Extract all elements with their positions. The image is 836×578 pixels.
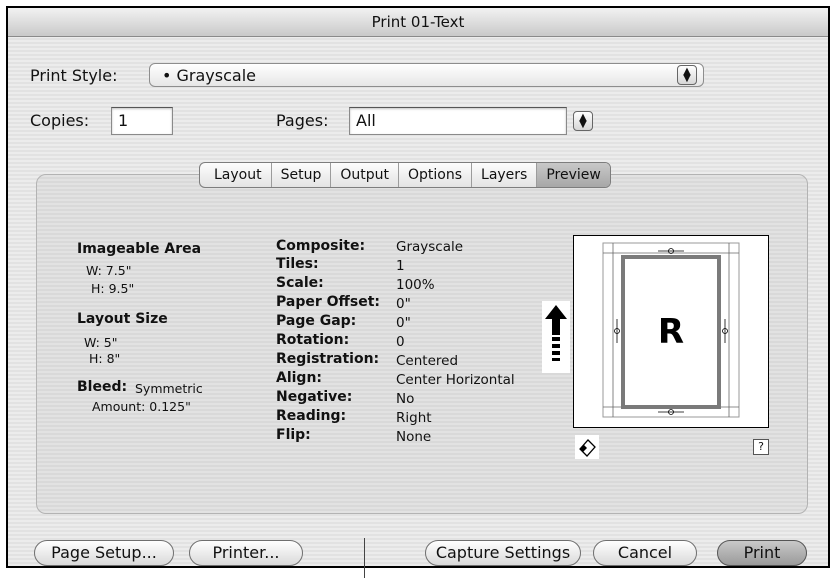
copies-label: Copies: (30, 111, 90, 130)
printer-button[interactable]: Printer... (189, 540, 303, 566)
setting-value: 0" (396, 296, 411, 312)
print-style-value: • Grayscale (162, 66, 256, 85)
setting-label: Negative: (276, 389, 353, 405)
tab-options[interactable]: Options (397, 163, 471, 187)
setting-value: 1 (396, 258, 405, 274)
setting-label: Page Gap: (276, 313, 357, 329)
window-title: Print 01-Text (8, 8, 828, 37)
tab-output[interactable]: Output (330, 163, 398, 187)
print-button[interactable]: Print (717, 540, 807, 566)
bleed-label: Bleed: (77, 379, 128, 395)
setting-value: Centered (396, 353, 459, 369)
setting-value: Grayscale (396, 239, 464, 255)
bleed-value: Symmetric (135, 381, 203, 396)
preview-panel: Imageable Area W: 7.5" H: 9.5" Layout Si… (36, 174, 808, 514)
stepper-icon: ▲ ▼ (677, 65, 697, 85)
copies-field[interactable]: 1 (111, 107, 173, 135)
imageable-height: H: 9.5" (91, 281, 135, 296)
pages-label: Pages: (276, 111, 329, 130)
setting-label: Scale: (276, 275, 324, 291)
setting-label: Paper Offset: (276, 294, 380, 310)
pages-stepper[interactable]: ▲ ▼ (573, 111, 593, 131)
layout-width: W: 5" (84, 335, 118, 350)
setting-value: Center Horizontal (396, 372, 515, 388)
imageable-width: W: 7.5" (86, 263, 132, 278)
orientation-icon[interactable] (575, 435, 599, 459)
tab-preview[interactable]: Preview (536, 163, 610, 187)
help-button[interactable]: ? (753, 439, 769, 455)
bleed-amount: Amount: 0.125" (92, 399, 191, 414)
capture-settings-button[interactable]: Capture Settings (425, 540, 581, 566)
setting-label: Reading: (276, 408, 347, 424)
page-letter: R (658, 312, 684, 352)
layout-height: H: 8" (89, 351, 121, 366)
imageable-area-title: Imageable Area (77, 241, 202, 257)
setting-value: 0 (396, 334, 405, 350)
button-separator (364, 538, 365, 578)
tab-setup[interactable]: Setup (270, 163, 331, 187)
up-arrow-icon (542, 301, 570, 373)
print-dialog: Print 01-Text Print Style: • Grayscale ▲… (6, 6, 830, 578)
setting-label: Registration: (276, 351, 380, 367)
pages-field[interactable]: All (349, 107, 567, 135)
setting-label: Align: (276, 370, 323, 386)
tab-layout[interactable]: Layout (200, 163, 271, 187)
page-setup-button[interactable]: Page Setup... (34, 540, 174, 566)
tab-layers[interactable]: Layers (471, 163, 536, 187)
setting-label: Composite: (276, 238, 366, 254)
tab-bar: Layout Setup Output Options Layers Previ… (199, 162, 611, 188)
setting-value: 0" (396, 315, 411, 331)
setting-label: Tiles: (276, 256, 319, 272)
setting-value: No (396, 391, 415, 407)
setting-value: None (396, 429, 432, 445)
print-style-popup[interactable]: • Grayscale ▲ ▼ (149, 63, 704, 87)
setting-value: Right (396, 410, 432, 426)
setting-label: Rotation: (276, 332, 350, 348)
setting-value: 100% (396, 277, 435, 293)
cancel-button[interactable]: Cancel (593, 540, 697, 566)
print-style-label: Print Style: (30, 66, 118, 85)
layout-size-title: Layout Size (77, 311, 168, 327)
setting-label: Flip: (276, 427, 311, 443)
page-preview: R (573, 235, 769, 428)
